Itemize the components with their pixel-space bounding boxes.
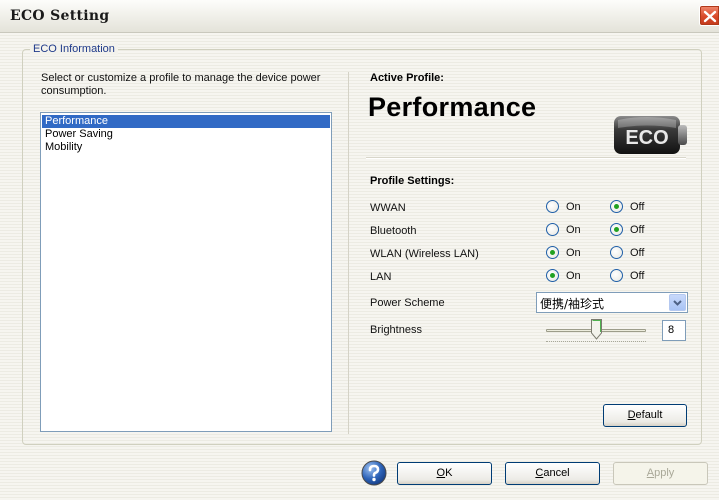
brightness-label: Brightness — [370, 324, 422, 336]
group-legend: ECO Information — [30, 43, 118, 55]
setting-name: Bluetooth — [370, 225, 417, 237]
setting-name: LAN — [370, 271, 392, 283]
cancel-button[interactable]: Cancel — [505, 462, 600, 485]
cancel-label-rest: ancel — [543, 467, 570, 479]
chevron-down-icon — [673, 300, 682, 306]
lan-on-radio[interactable] — [546, 269, 559, 282]
default-accel: D — [627, 409, 636, 421]
active-profile-label: Active Profile: — [370, 72, 444, 84]
wwan-on-radio[interactable] — [546, 200, 559, 213]
brightness-slider[interactable] — [536, 317, 654, 345]
profile-description: Select or customize a profile to manage … — [41, 72, 321, 97]
slider-ticks — [546, 341, 646, 344]
power-scheme-value: 便携/袖珍式 — [540, 297, 605, 311]
radio-label-off: Off — [630, 224, 645, 236]
eco-badge-text: ECO — [625, 127, 668, 149]
bluetooth-on-radio[interactable] — [546, 223, 559, 236]
brightness-value[interactable]: 8 — [662, 320, 686, 341]
apply-accel: A — [646, 467, 655, 479]
apply-label-rest: pply — [654, 467, 675, 479]
wlan-on-radio[interactable] — [546, 246, 559, 259]
ok-accel: O — [436, 467, 446, 479]
power-scheme-label: Power Scheme — [370, 297, 445, 309]
list-item-performance[interactable]: Performance — [42, 115, 330, 128]
radio-label-off: Off — [630, 270, 645, 282]
close-icon — [703, 10, 717, 23]
default-label-rest: efault — [635, 409, 663, 421]
ok-label-rest: K — [445, 467, 453, 479]
radio-label-on: On — [566, 201, 581, 213]
radio-label-off: Off — [630, 201, 645, 213]
slider-thumb[interactable] — [590, 319, 602, 340]
setting-name: WWAN — [370, 202, 406, 214]
wwan-off-radio[interactable] — [610, 200, 623, 213]
radio-label-on: On — [566, 247, 581, 259]
horizontal-divider — [366, 157, 686, 159]
default-button[interactable]: Default — [603, 404, 687, 427]
bluetooth-off-radio[interactable] — [610, 223, 623, 236]
window-title: ECO Setting — [10, 8, 110, 24]
power-scheme-select[interactable]: 便携/袖珍式 — [536, 292, 688, 313]
setting-row-wlan: WLAN (Wireless LAN) On Off — [370, 246, 700, 264]
radio-label-on: On — [566, 224, 581, 236]
list-item-power-saving[interactable]: Power Saving — [42, 128, 330, 141]
radio-label-on: On — [566, 270, 581, 282]
close-button[interactable] — [699, 5, 719, 26]
help-icon[interactable] — [361, 460, 387, 486]
ok-button[interactable]: OK — [397, 462, 492, 485]
lan-off-radio[interactable] — [610, 269, 623, 282]
dropdown-button[interactable] — [669, 294, 686, 311]
eco-battery-icon: ECO — [614, 116, 687, 154]
apply-button[interactable]: Apply — [613, 462, 708, 485]
radio-label-off: Off — [630, 247, 645, 259]
profile-list[interactable]: Performance Power Saving Mobility — [40, 112, 332, 432]
list-item-mobility[interactable]: Mobility — [42, 141, 330, 154]
setting-row-bluetooth: Bluetooth On Off — [370, 223, 700, 241]
wlan-off-radio[interactable] — [610, 246, 623, 259]
vertical-divider — [348, 72, 349, 434]
active-profile-name: Performance — [368, 92, 537, 122]
title-bar: ECO Setting — [0, 0, 719, 33]
setting-row-lan: LAN On Off — [370, 269, 700, 287]
profile-settings-label: Profile Settings: — [370, 175, 455, 187]
setting-row-wwan: WWAN On Off — [370, 200, 700, 218]
setting-name: WLAN (Wireless LAN) — [370, 248, 479, 260]
